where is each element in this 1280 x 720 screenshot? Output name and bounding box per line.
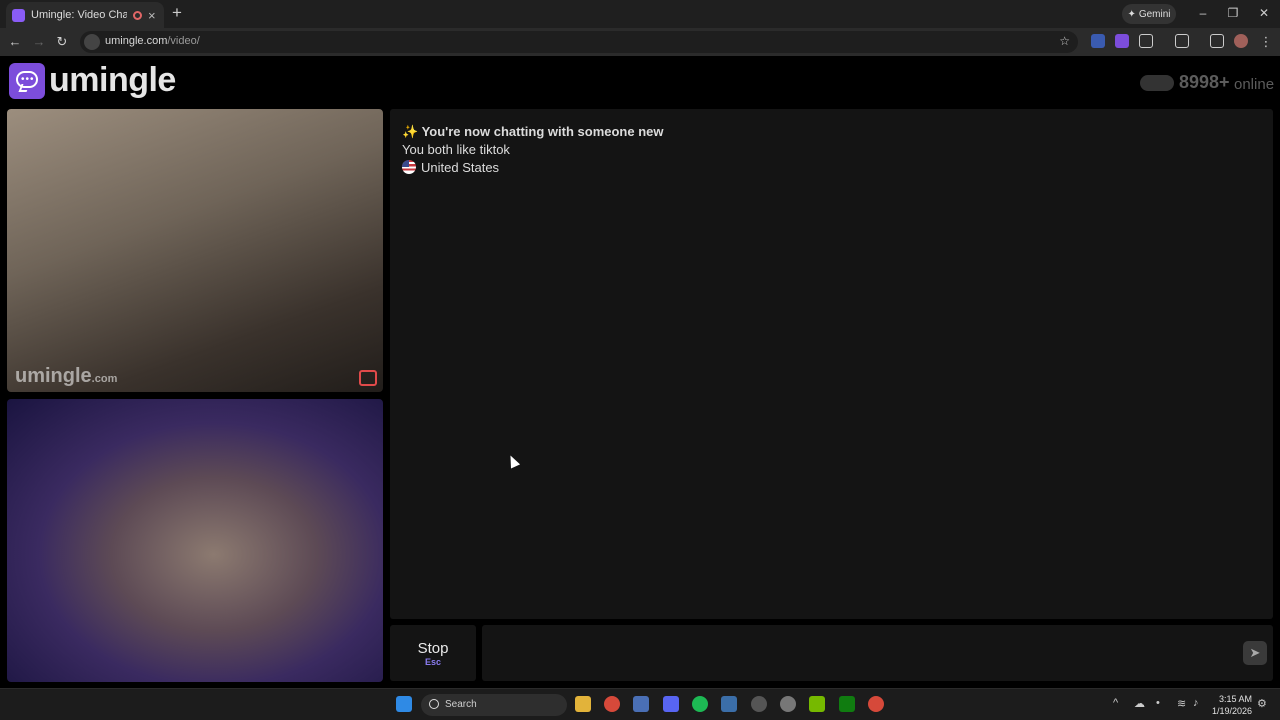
recording-icon — [133, 10, 142, 20]
logo-text[interactable]: umingle — [49, 61, 176, 100]
umingle-watermark: umingle.com — [15, 365, 117, 388]
us-flag-icon — [402, 160, 416, 174]
browser-tab[interactable]: Umingle: Video Chat with S × — [6, 2, 164, 28]
windows-start-icon[interactable] — [396, 696, 412, 712]
extension-icon[interactable] — [1091, 34, 1105, 48]
umingle-logo-icon[interactable]: ••• — [9, 63, 45, 99]
minimize-button[interactable]: – — [1192, 4, 1214, 22]
reload-button[interactable]: ↻ — [53, 33, 71, 51]
profile-avatar[interactable] — [1234, 34, 1248, 48]
stop-button[interactable]: Stop Esc — [390, 625, 476, 681]
gemini-label: Gemini — [1138, 8, 1171, 20]
bookmark-star-icon[interactable]: ☆ — [1059, 34, 1070, 48]
url-path: /video/ — [167, 35, 200, 47]
browser-menu-icon[interactable]: ⋮ — [1257, 33, 1275, 51]
sparkle-icon: ✦ — [1127, 8, 1136, 20]
cast-icon[interactable] — [1175, 34, 1189, 48]
send-button[interactable]: ➤ — [1243, 641, 1267, 665]
tab-title: Umingle: Video Chat with S — [31, 9, 127, 21]
file-explorer-icon[interactable] — [575, 696, 591, 712]
chat-country-message: United States — [402, 160, 499, 175]
steam-icon[interactable] — [721, 696, 737, 712]
message-input[interactable]: ➤ — [482, 625, 1273, 681]
online-label: online — [1234, 76, 1275, 93]
system-clock[interactable]: 3:15 AM 1/19/2026 — [1212, 693, 1252, 717]
dots-icon: ••• — [21, 74, 35, 85]
tray-chevron-icon[interactable]: ^ — [1113, 697, 1118, 709]
watermark-suffix: .com — [91, 373, 118, 385]
chat-status-message: ✨ You're now chatting with someone new — [402, 124, 664, 139]
clock-time: 3:15 AM — [1218, 694, 1252, 704]
site-info-icon[interactable] — [84, 34, 100, 50]
app-icon[interactable] — [751, 696, 767, 712]
xbox-icon[interactable] — [839, 696, 855, 712]
clock-date: 1/19/2026 — [1211, 706, 1252, 716]
browser-tab-bar: Umingle: Video Chat with S × + ✦ Gemini … — [0, 0, 1280, 28]
country-label: United States — [421, 160, 500, 175]
discord-icon[interactable] — [663, 696, 679, 712]
media-control-icon[interactable] — [1210, 34, 1224, 48]
search-icon — [429, 699, 439, 709]
stop-shortcut-key: Esc — [424, 657, 441, 667]
report-flag-icon[interactable] — [359, 370, 377, 386]
settings-icon[interactable] — [780, 696, 796, 712]
windows-taskbar: Search ^ ☁ • ≋ ♪ 3:15 AM 1/19/2026 ⚙ — [0, 688, 1280, 720]
url-text: umingle.com/video/ — [105, 35, 200, 47]
site-header: ••• umingle 8998+ online — [0, 57, 1280, 109]
extensions-puzzle-icon[interactable] — [1139, 34, 1153, 48]
extension-icon[interactable] — [1115, 34, 1129, 48]
search-label: Search — [445, 699, 477, 710]
send-icon: ➤ — [1249, 645, 1261, 660]
online-indicator — [1140, 75, 1174, 91]
nvidia-icon[interactable] — [809, 696, 825, 712]
notifications-icon[interactable]: ⚙ — [1257, 697, 1267, 710]
watermark-text: umingle — [15, 365, 92, 387]
close-window-button[interactable]: ✕ — [1253, 4, 1275, 22]
chat-log: ✨ You're now chatting with someone new Y… — [390, 109, 1273, 619]
browser-toolbar: ← → ↻ umingle.com/video/ ☆ ⋮ — [0, 28, 1280, 56]
taskbar-search[interactable]: Search — [421, 694, 567, 716]
tab-close-icon[interactable]: × — [148, 9, 156, 22]
store-icon[interactable] — [633, 696, 649, 712]
gemini-button[interactable]: ✦ Gemini — [1122, 4, 1176, 24]
online-count: 8998+ — [1179, 72, 1230, 92]
volume-icon[interactable]: ♪ — [1193, 697, 1199, 709]
chat-interest-message: You both like tiktok — [402, 142, 510, 157]
microphone-icon[interactable]: • — [1156, 697, 1160, 709]
url-domain: umingle.com — [105, 35, 168, 47]
forward-button[interactable]: → — [30, 33, 48, 51]
stop-label: Stop — [417, 640, 449, 657]
new-tab-button[interactable]: + — [168, 4, 186, 22]
back-button[interactable]: ← — [6, 33, 24, 51]
restore-button[interactable]: ❐ — [1222, 4, 1244, 22]
chrome-icon[interactable] — [604, 696, 620, 712]
self-video — [7, 399, 383, 682]
address-bar[interactable]: umingle.com/video/ ☆ — [80, 31, 1078, 53]
wifi-icon[interactable]: ≋ — [1177, 697, 1186, 710]
onedrive-icon[interactable]: ☁ — [1134, 697, 1145, 710]
spotify-icon[interactable] — [692, 696, 708, 712]
umingle-favicon-icon — [12, 8, 25, 22]
chrome-active-icon[interactable] — [868, 696, 884, 712]
stranger-video: umingle.com — [7, 109, 383, 392]
